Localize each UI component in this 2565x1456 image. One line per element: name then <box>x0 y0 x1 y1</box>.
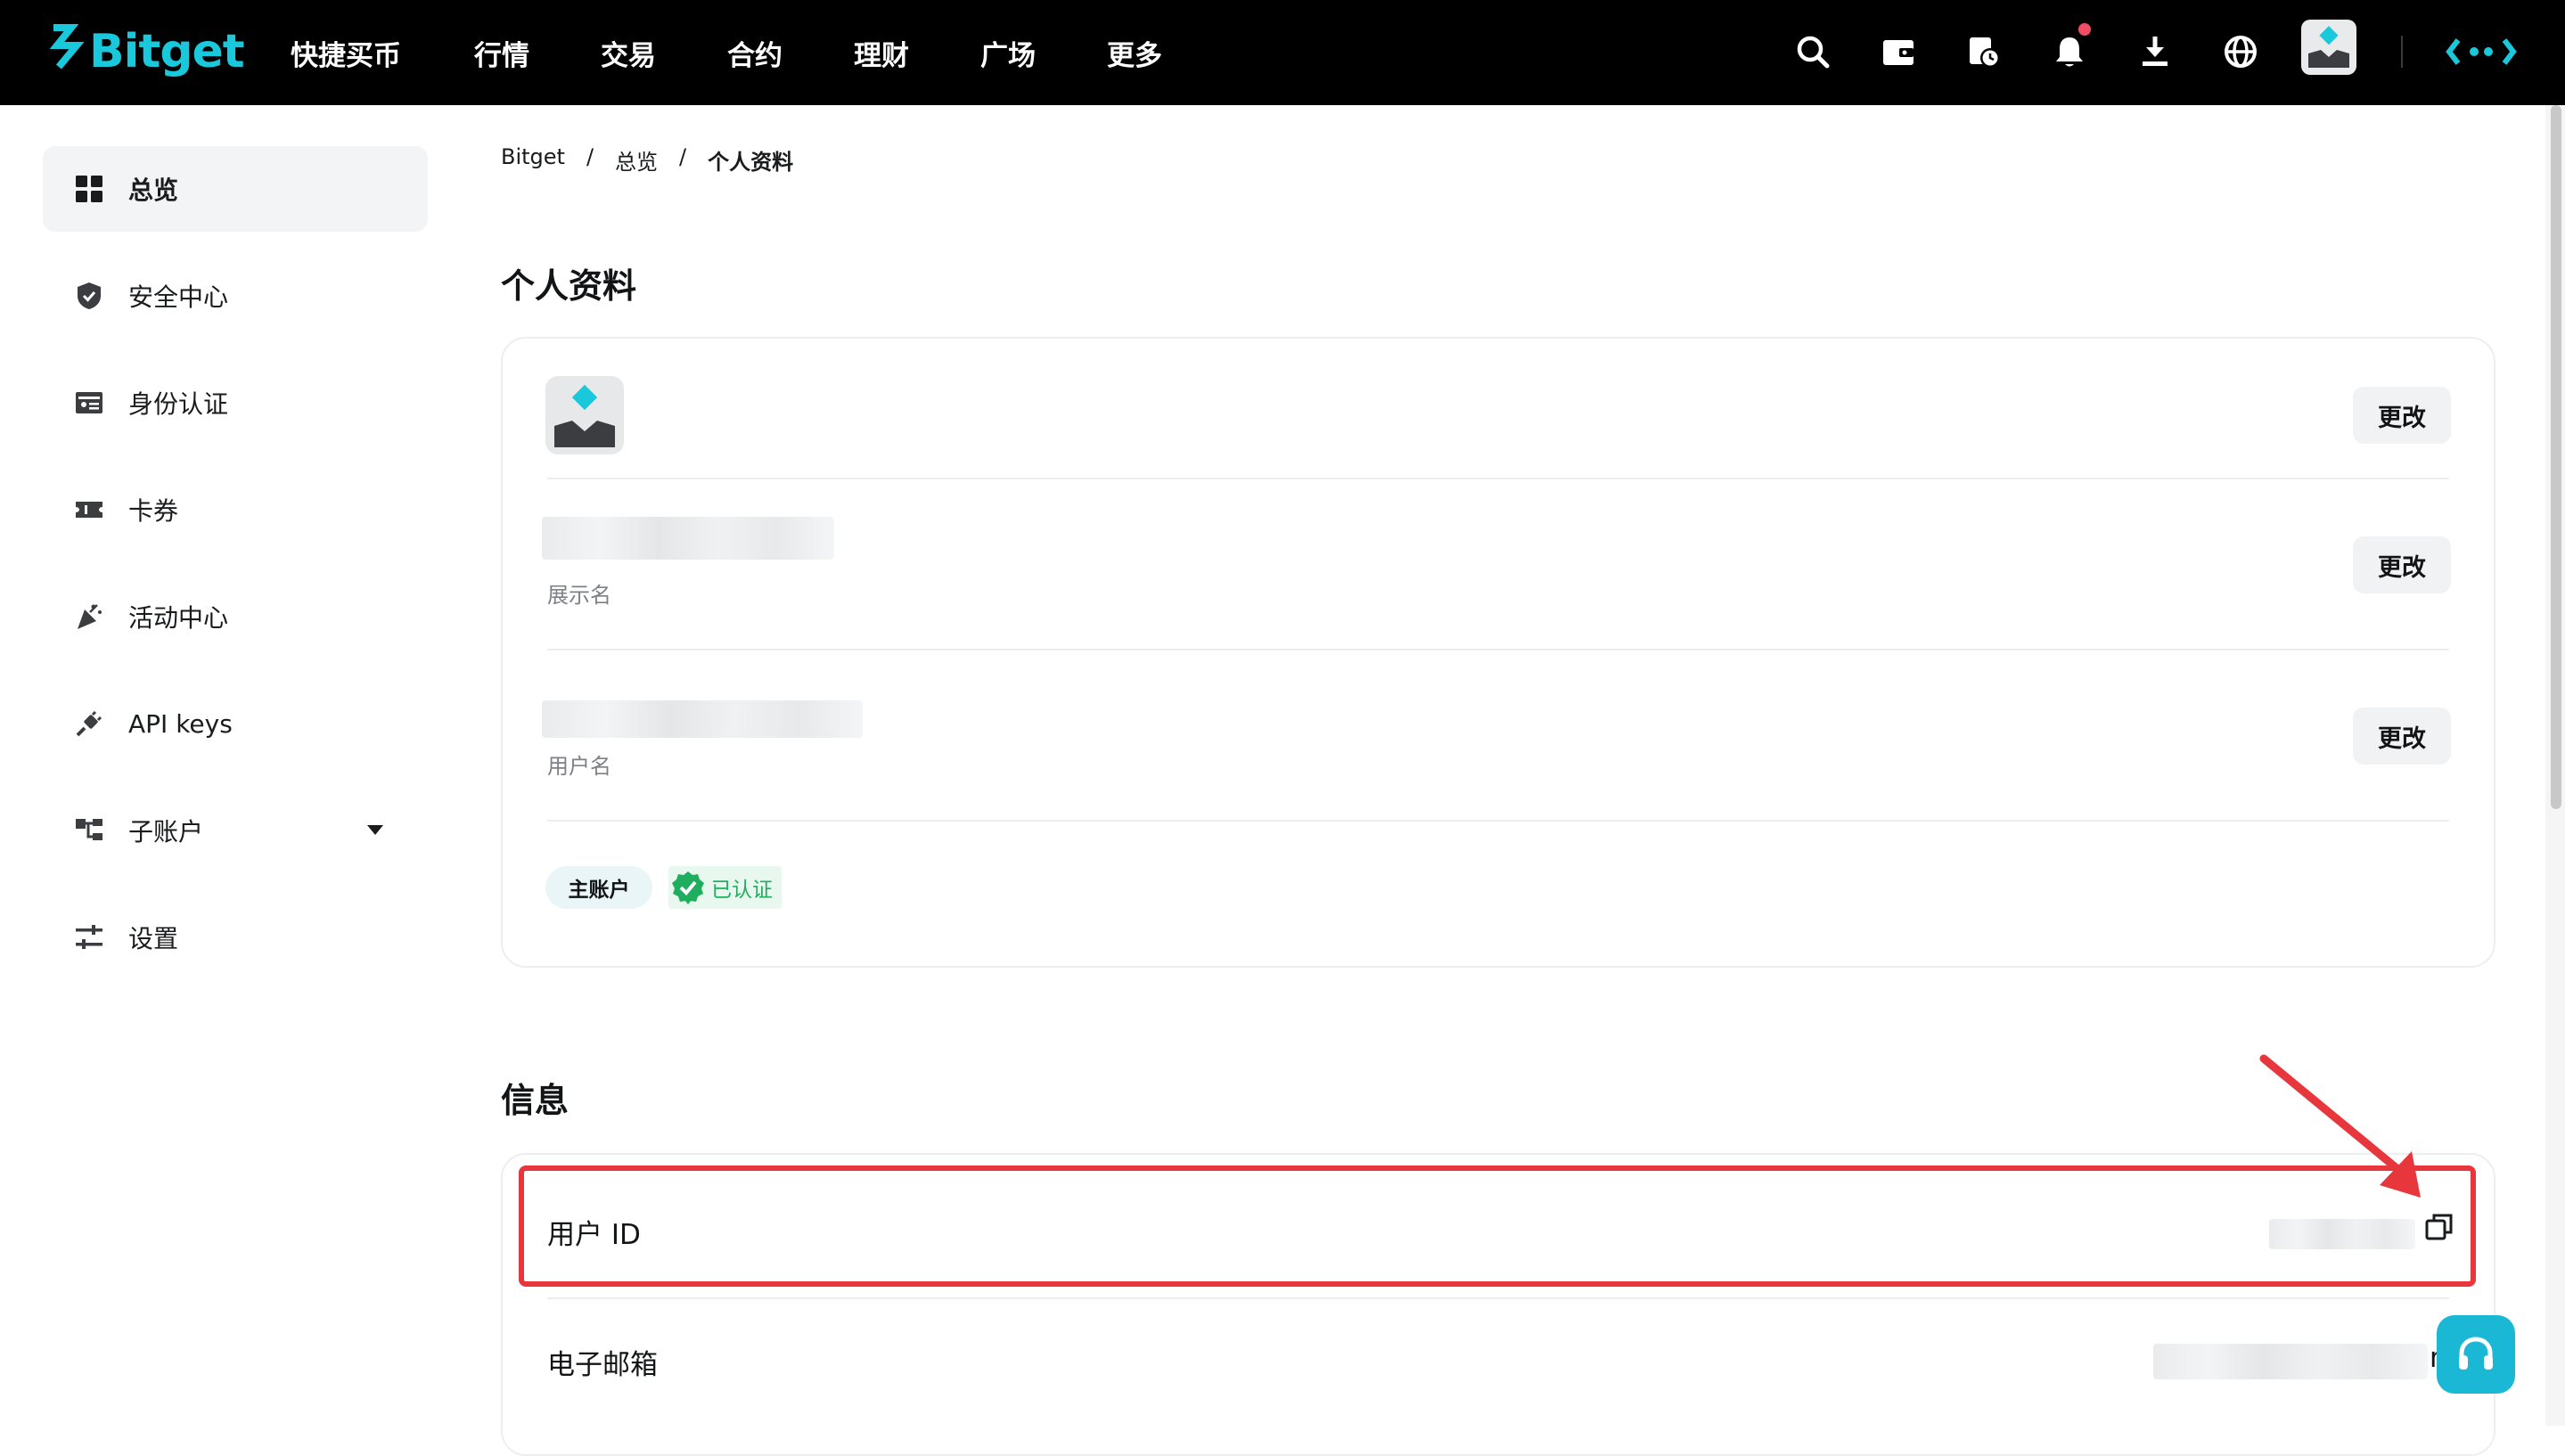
sidebar-item-label: 活动中心 <box>128 603 229 633</box>
sidebar-item-activities[interactable]: 活动中心 <box>43 574 428 659</box>
row-divider <box>547 649 2449 650</box>
info-section-title: 信息 <box>501 1081 570 1120</box>
search-icon[interactable] <box>1788 27 1838 77</box>
email-label: 电子邮箱 <box>547 1349 658 1381</box>
verified-tag: 已认证 <box>668 866 782 909</box>
nav-quick-buy[interactable]: 快捷买币 <box>291 33 401 73</box>
sidebar-item-label: API keys <box>128 708 233 739</box>
nav-futures[interactable]: 合约 <box>727 33 783 73</box>
id-card-icon <box>73 387 105 419</box>
download-icon[interactable] <box>2130 27 2180 77</box>
main-nav: 快捷买币 行情 交易 合约 理财 广场 更多 <box>291 0 1233 105</box>
nav-more[interactable]: 更多 <box>1107 33 1162 73</box>
display-name-label: 展示名 <box>547 583 611 608</box>
breadcrumb: Bitget / 总览 / 个人资料 <box>501 144 815 176</box>
sidebar-item-label: 子账户 <box>128 817 204 847</box>
bell-icon[interactable] <box>2045 23 2094 77</box>
breadcrumb-separator: / <box>679 144 687 169</box>
ticket-icon <box>73 494 105 526</box>
bitget-logo-icon <box>49 24 85 70</box>
verified-label: 已认证 <box>711 879 773 902</box>
party-icon <box>73 601 105 633</box>
sidebar-item-sub-accounts[interactable]: 子账户 <box>43 788 428 873</box>
scrollbar-thumb[interactable] <box>2551 105 2561 809</box>
bitget-logo[interactable]: Bitget <box>41 18 245 86</box>
sidebar-item-settings[interactable]: 设置 <box>43 895 428 980</box>
username-label: 用户名 <box>547 754 611 779</box>
wallet-icon[interactable] <box>1873 27 1923 77</box>
sidebar-item-label: 设置 <box>128 924 179 953</box>
nav-earn[interactable]: 理财 <box>854 33 909 73</box>
customer-support-button[interactable] <box>2437 1315 2515 1394</box>
breadcrumb-separator: / <box>586 144 594 169</box>
display-name-value-redacted <box>542 517 834 560</box>
sidebar-item-label: 身份认证 <box>128 389 229 419</box>
sidebar-item-label: 卡券 <box>128 496 179 526</box>
notification-dot <box>2078 23 2091 36</box>
row-divider <box>547 478 2449 479</box>
breadcrumb-overview[interactable]: 总览 <box>615 144 658 176</box>
username-value-redacted <box>542 700 863 738</box>
sidebar-item-api-keys[interactable]: API keys <box>43 681 428 766</box>
change-username-button[interactable]: 更改 <box>2353 708 2451 765</box>
sub-account-icon <box>73 814 105 847</box>
sidebar-item-coupons[interactable]: 卡券 <box>43 467 428 552</box>
main-account-tag: 主账户 <box>545 866 652 909</box>
shield-icon <box>73 280 105 312</box>
red-arrow-annotation <box>2259 1054 2421 1198</box>
avatar[interactable] <box>2301 20 2356 75</box>
plug-icon <box>73 708 105 740</box>
change-display-name-button[interactable]: 更改 <box>2353 536 2451 593</box>
profile-card: 更改 展示名 更改 用户名 更改 主账户 已认证 <box>501 337 2495 968</box>
profile-avatar <box>545 376 624 454</box>
more-icon[interactable] <box>2446 27 2517 77</box>
logo-text: Bitget <box>89 25 245 78</box>
change-avatar-button[interactable]: 更改 <box>2353 387 2451 444</box>
sidebar-item-security[interactable]: 安全中心 <box>43 253 428 339</box>
chevron-down-icon[interactable] <box>367 825 383 835</box>
breadcrumb-home[interactable]: Bitget <box>501 144 565 176</box>
orders-icon[interactable] <box>1959 27 2009 77</box>
grid-icon <box>73 173 105 205</box>
sidebar-item-identity[interactable]: 身份认证 <box>43 360 428 446</box>
top-icon-group <box>1781 0 2565 105</box>
globe-icon[interactable] <box>2216 27 2266 77</box>
nav-square[interactable]: 广场 <box>980 33 1036 73</box>
sidebar-item-label: 总览 <box>128 176 179 205</box>
breadcrumb-current: 个人资料 <box>708 150 794 175</box>
nav-markets[interactable]: 行情 <box>474 33 529 73</box>
top-divider <box>2401 36 2403 68</box>
row-divider <box>547 820 2449 822</box>
nav-trade[interactable]: 交易 <box>601 33 656 73</box>
email-value-redacted <box>2153 1344 2428 1379</box>
headset-icon <box>2459 1337 2493 1370</box>
sliders-icon <box>73 921 105 953</box>
row-divider <box>547 1297 2449 1299</box>
verified-badge-icon <box>672 871 704 904</box>
profile-section-title: 个人资料 <box>501 266 637 306</box>
highlight-box <box>519 1166 2476 1287</box>
sidebar: 总览 安全中心 身份认证 卡券 活动中心 API keys 子账户 设置 <box>43 146 428 1002</box>
sidebar-item-label: 安全中心 <box>128 282 229 312</box>
top-navigation-bar: Bitget 快捷买币 行情 交易 合约 理财 广场 更多 <box>0 0 2565 105</box>
sidebar-item-overview[interactable]: 总览 <box>43 146 428 232</box>
